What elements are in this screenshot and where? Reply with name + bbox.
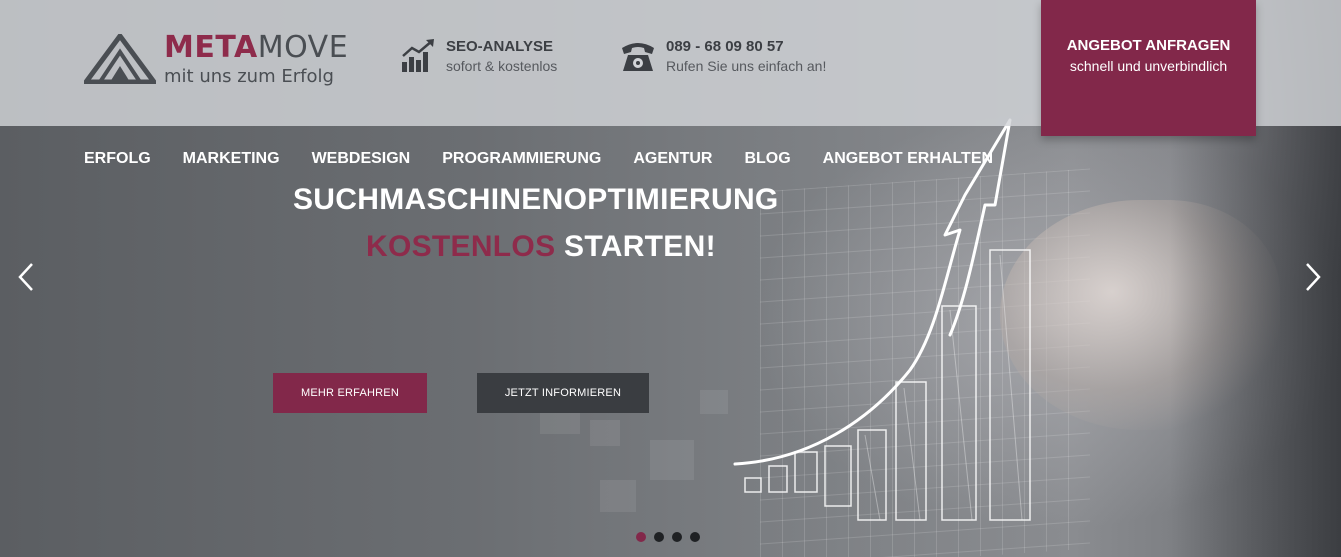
telephone-icon — [622, 43, 654, 71]
nav-item-blog[interactable]: BLOG — [744, 150, 790, 168]
nav-item-erfolg[interactable]: ERFOLG — [84, 150, 151, 168]
nav-item-angebot-erhalten[interactable]: ANGEBOT ERHALTEN — [823, 150, 993, 168]
brand-name: METAMOVE — [164, 30, 349, 65]
request-offer-subtitle: schnell und unverbindlich — [1069, 58, 1228, 74]
seo-analysis-link[interactable]: SEO-ANALYSE sofort & kostenlos — [400, 38, 557, 76]
request-offer-button[interactable]: ANGEBOT ANFRAGEN schnell und unverbindli… — [1041, 0, 1256, 136]
get-info-button[interactable]: JETZT INFORMIEREN — [477, 373, 649, 413]
hero-headline: SUCHMASCHINENOPTIMIERUNG — [293, 183, 779, 216]
request-offer-title: ANGEBOT ANFRAGEN — [1066, 37, 1231, 54]
slide-dot-4[interactable] — [690, 532, 700, 542]
brand-tagline: mit uns zum Erfolg — [164, 66, 334, 87]
nav-item-marketing[interactable]: MARKETING — [183, 150, 280, 168]
logo-mountain-icon — [84, 34, 156, 84]
main-nav: ERFOLG MARKETING WEBDESIGN PROGRAMMIERUN… — [84, 150, 1025, 168]
slider-pagination — [636, 532, 708, 542]
nav-item-programmierung[interactable]: PROGRAMMIERUNG — [442, 150, 601, 168]
bar-chart-icon — [402, 39, 434, 72]
slide-dot-3[interactable] — [672, 532, 682, 542]
seo-title: SEO-ANALYSE — [446, 38, 553, 55]
hero-subheadline: KOSTENLOS STARTEN! — [366, 230, 716, 264]
phone-subtitle: Rufen Sie uns einfach an! — [666, 58, 827, 74]
phone-contact[interactable]: 089 - 68 09 80 57 Rufen Sie uns einfach … — [620, 38, 826, 76]
hero-subheadline-accent: KOSTENLOS — [366, 230, 556, 263]
nav-item-agentur[interactable]: AGENTUR — [633, 150, 712, 168]
chevron-left-icon[interactable] — [16, 262, 36, 292]
slide-dot-1[interactable] — [636, 532, 646, 542]
hero-subheadline-rest: STARTEN! — [555, 230, 716, 263]
seo-subtitle: sofort & kostenlos — [446, 58, 558, 74]
phone-number: 089 - 68 09 80 57 — [666, 38, 784, 55]
slide-dot-2[interactable] — [654, 532, 664, 542]
chevron-right-icon[interactable] — [1303, 262, 1323, 292]
logo[interactable]: METAMOVE mit uns zum Erfolg — [84, 32, 354, 90]
nav-item-webdesign[interactable]: WEBDESIGN — [312, 150, 411, 168]
learn-more-button[interactable]: MEHR ERFAHREN — [273, 373, 427, 413]
